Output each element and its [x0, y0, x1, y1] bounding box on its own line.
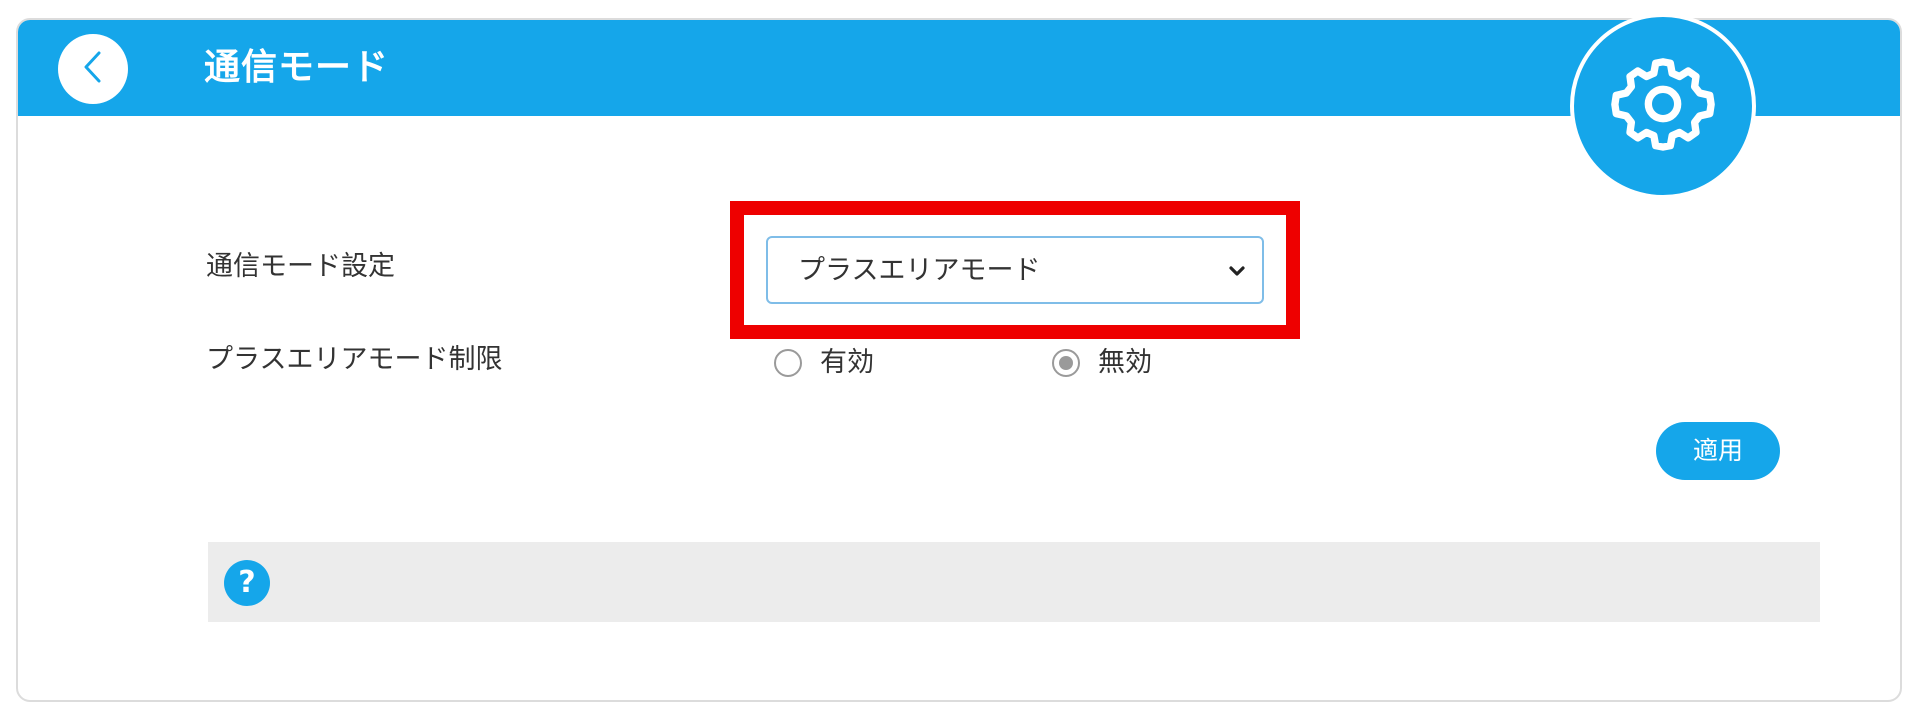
radio-disable-label: 無効 [1098, 347, 1152, 378]
help-bar: ? [208, 542, 1820, 622]
area-limit-label: プラスエリアモード制限 [206, 344, 503, 375]
settings-badge [1570, 13, 1756, 199]
back-button[interactable] [58, 34, 128, 104]
page-title: 通信モード [204, 47, 390, 88]
chevron-left-icon [78, 47, 108, 91]
question-icon[interactable]: ? [224, 560, 270, 606]
mode-select-value: プラスエリアモード [798, 255, 1041, 286]
apply-button[interactable]: 適用 [1656, 422, 1780, 480]
mode-select[interactable]: プラスエリアモード [766, 236, 1264, 304]
radio-enable-circle[interactable] [774, 349, 802, 377]
gear-icon [1608, 49, 1718, 163]
radio-disable-circle[interactable] [1052, 349, 1080, 377]
radio-disable[interactable]: 無効 [1052, 346, 1152, 380]
radio-enable[interactable]: 有効 [774, 346, 874, 380]
radio-selected-dot [1059, 356, 1073, 370]
mode-setting-label: 通信モード設定 [206, 251, 395, 282]
radio-enable-label: 有効 [820, 347, 874, 378]
page: 通信モード 通信モード設定 プラスエリアモード プラスエリアモード制限 有効 無… [0, 0, 1920, 722]
chevron-down-icon [1226, 260, 1248, 286]
